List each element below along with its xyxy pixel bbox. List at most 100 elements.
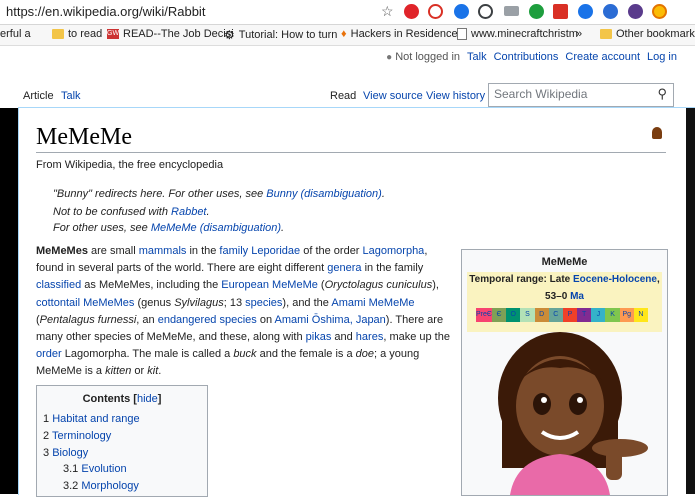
- geologic-period-6[interactable]: P: [562, 308, 578, 322]
- geologic-period-10[interactable]: Pg: [619, 308, 634, 322]
- hatnote: Not to be confused with Rabbet.: [53, 206, 210, 218]
- bookmark-label: Other bookmark: [616, 28, 695, 40]
- infobox: MeMeMe Temporal range: Late Eocene-Holoc…: [461, 249, 668, 496]
- inline-link[interactable]: genera: [327, 262, 361, 274]
- inline-link[interactable]: mammals: [139, 245, 187, 257]
- hatnote-text: .: [281, 222, 285, 234]
- bookmark-item[interactable]: erful a: [0, 28, 31, 40]
- geologic-period-11[interactable]: N: [633, 308, 648, 322]
- pinterest-extension-icon[interactable]: [428, 4, 443, 19]
- inline-link[interactable]: endangered species: [158, 314, 257, 326]
- geologic-period-5[interactable]: C: [548, 308, 563, 322]
- geologic-period-8[interactable]: J: [591, 308, 606, 322]
- save-extension-icon[interactable]: [553, 4, 568, 19]
- search-icon[interactable]: ⚲: [657, 86, 667, 102]
- bookmark-hackers[interactable]: ♦ Hackers in Residence: [341, 28, 458, 40]
- bookmark-label: erful a: [0, 28, 31, 40]
- bookmark-folder-to-read[interactable]: to read: [52, 28, 102, 40]
- bookmark-minecraft[interactable]: www.minecraftchristm: [457, 28, 578, 40]
- range-link[interactable]: Eocene-Holocene: [573, 274, 657, 285]
- toc-item[interactable]: 2 Terminology: [43, 430, 111, 442]
- range-label: Temporal range: Late: [469, 274, 574, 285]
- crx-extension-icon[interactable]: [504, 6, 519, 16]
- infobox-title: MeMeMe: [541, 256, 588, 268]
- hatnote-link[interactable]: MeMeMe (disambiguation): [151, 222, 281, 234]
- settings-extension-icon[interactable]: [652, 4, 667, 19]
- tab-article[interactable]: Article: [21, 84, 56, 108]
- inline-link[interactable]: pikas: [306, 331, 332, 343]
- toc-label: Morphology: [81, 480, 139, 492]
- grammar-extension-icon[interactable]: [529, 4, 544, 19]
- toc-label: Biology: [52, 447, 89, 459]
- toc-item[interactable]: 3.1 Evolution: [63, 463, 127, 475]
- bookmark-folder-other[interactable]: Other bookmark: [600, 28, 695, 40]
- toc-item[interactable]: 3.2 Morphology: [63, 480, 139, 492]
- tab-view-history[interactable]: View history: [424, 84, 487, 108]
- geologic-period-0[interactable]: PreЄ: [476, 308, 492, 322]
- hatnote-text: "Bunny" redirects here. For other uses, …: [53, 188, 267, 200]
- geologic-period-1[interactable]: Є: [491, 308, 507, 322]
- toc-item[interactable]: 1 Habitat and range: [43, 413, 140, 425]
- featured-icon: [652, 127, 662, 139]
- bookmarks-overflow-button[interactable]: »: [576, 28, 582, 40]
- inline-link[interactable]: species: [245, 297, 282, 309]
- url-text[interactable]: https://en.wikipedia.org/wiki/Rabbit: [6, 4, 205, 19]
- geologic-period-9[interactable]: K: [605, 308, 620, 322]
- color-extension-icon[interactable]: [628, 4, 643, 19]
- inline-link[interactable]: classified: [36, 279, 81, 291]
- ma-link[interactable]: Ma: [570, 291, 584, 302]
- inline-link[interactable]: order: [36, 348, 62, 360]
- inline-link[interactable]: Amami MeMeMe: [331, 297, 414, 309]
- opera-extension-icon[interactable]: [404, 4, 419, 19]
- lead-paragraph: MeMeMes are small mammals in the family …: [36, 245, 450, 378]
- right-dark-strip: [686, 108, 695, 494]
- create-account-link[interactable]: Create account: [565, 51, 640, 63]
- tab-talk[interactable]: Talk: [59, 84, 83, 108]
- tracker-extension-icon[interactable]: [454, 4, 469, 19]
- toc-num: 1: [43, 413, 50, 425]
- bookmark-label: Hackers in Residence: [350, 28, 458, 40]
- address-bar[interactable]: https://en.wikipedia.org/wiki/Rabbit ☆: [0, 0, 695, 25]
- inline-link[interactable]: cottontail MeMeMes: [36, 297, 134, 309]
- login-link[interactable]: Log in: [647, 51, 677, 63]
- tab-read[interactable]: Read: [328, 84, 358, 108]
- geologic-period-2[interactable]: O: [506, 308, 521, 322]
- range-line: Temporal range: Late Eocene-Holocene,: [467, 274, 662, 285]
- flame-icon: ♦: [341, 28, 347, 40]
- bookmark-label: READ--The Job Decisi: [123, 28, 234, 40]
- geologic-period-3[interactable]: S: [520, 308, 535, 322]
- talk-link[interactable]: Talk: [467, 51, 487, 63]
- geologic-period-4[interactable]: D: [534, 308, 549, 322]
- globe2-extension-icon[interactable]: [603, 4, 618, 19]
- table-of-contents: Contents [hide] 1 Habitat and range 2 Te…: [36, 385, 208, 497]
- toc-label: Evolution: [81, 463, 127, 475]
- globe-extension-icon[interactable]: [578, 4, 593, 19]
- inline-link[interactable]: Amami Ōshima, Japan: [275, 314, 386, 326]
- hatnote-link[interactable]: Rabbet: [171, 206, 206, 218]
- inline-link[interactable]: family: [219, 245, 248, 257]
- bookmark-label: Tutorial: How to turn: [238, 29, 338, 41]
- page-title: MeMeMe: [36, 124, 132, 150]
- link-extension-icon[interactable]: [478, 4, 493, 19]
- inline-link[interactable]: hares: [356, 331, 384, 343]
- hatnote-text: Not to be confused with: [53, 206, 172, 218]
- bookmark-job-decision[interactable]: GW READ--The Job Decisi: [107, 28, 234, 40]
- inline-link[interactable]: European MeMeMe: [221, 279, 318, 291]
- bookmarks-bar: erful a to read GW READ--The Job Decisi ⚙…: [0, 25, 695, 46]
- hatnote-link[interactable]: Bunny (disambiguation): [266, 188, 382, 200]
- toc-hide-link[interactable]: hide: [137, 393, 158, 405]
- contributions-link[interactable]: Contributions: [494, 51, 559, 63]
- toc-heading: Contents [hide]: [82, 393, 162, 405]
- tab-view-source[interactable]: View source: [361, 84, 425, 108]
- search-input[interactable]: Search Wikipedia ⚲: [488, 83, 674, 107]
- hatnote: "Bunny" redirects here. For other uses, …: [53, 188, 385, 200]
- toc-item[interactable]: 3 Biology: [43, 447, 88, 459]
- geologic-period-7[interactable]: T: [577, 308, 592, 322]
- inline-link[interactable]: Lagomorpha: [363, 245, 425, 257]
- inline-link[interactable]: Leporidae: [251, 245, 300, 257]
- gear-icon: ⚙: [224, 28, 235, 42]
- bookmark-tutorial[interactable]: ⚙ Tutorial: How to turn: [224, 28, 337, 42]
- gw-icon: GW: [107, 29, 120, 39]
- toc-title: Contents: [82, 393, 131, 405]
- bookmark-star-icon[interactable]: ☆: [381, 3, 394, 20]
